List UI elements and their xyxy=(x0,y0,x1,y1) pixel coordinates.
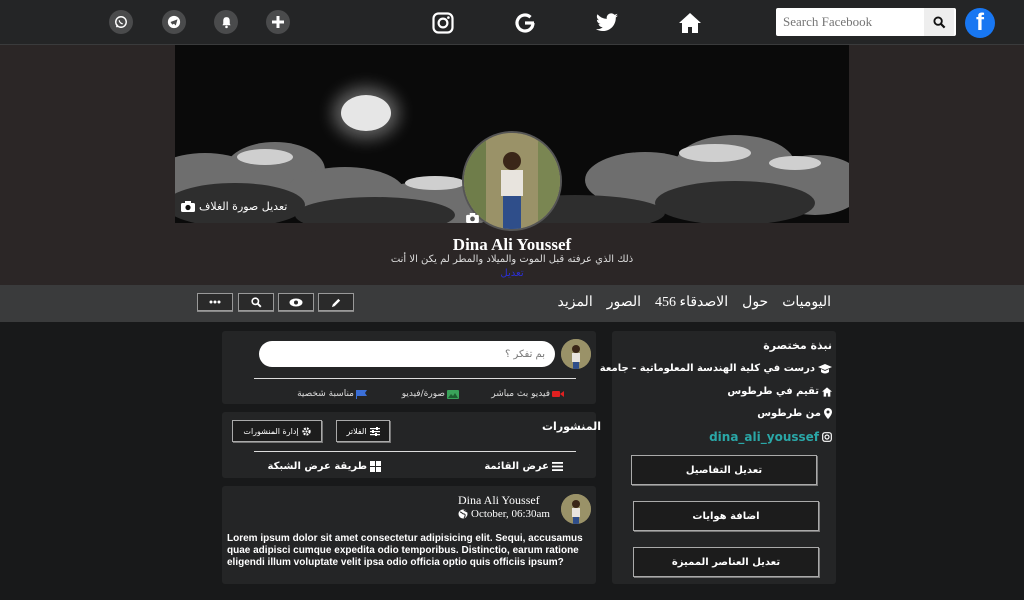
about-instagram: dina_ali_youssef xyxy=(709,430,832,444)
home-icon[interactable] xyxy=(677,10,703,36)
photo-video-option[interactable]: صورة/فيديو xyxy=(402,389,459,399)
live-video-option[interactable]: فيديو بث مباشر xyxy=(491,389,564,399)
add-hobbies-button[interactable]: اضافة هوايات xyxy=(633,501,819,531)
whatsapp-icon[interactable] xyxy=(109,10,133,34)
about-from: من طرطوس xyxy=(757,408,832,419)
tab-friends[interactable]: الاصدقاء 456 xyxy=(655,294,728,311)
edit-featured-button[interactable]: تعديل العناصر المميزة xyxy=(633,547,819,577)
tab-more[interactable]: المزيد xyxy=(557,294,592,311)
more-options-button[interactable] xyxy=(197,293,233,311)
composer-input[interactable]: بم تفكر ؟ xyxy=(259,341,555,367)
profile-nav: اليوميات حول الاصدقاء 456 الصور المزيد xyxy=(0,285,1024,322)
list-icon xyxy=(552,462,563,471)
post-body: Lorem ipsum dolor sit amet consectetur a… xyxy=(227,533,583,568)
manage-posts-button[interactable]: إدارة المنشورات xyxy=(232,420,322,442)
instagram-icon[interactable] xyxy=(430,10,456,36)
profile-bio: ذلك الذي عرفته قبل الموت والميلاد والمطر… xyxy=(390,254,634,265)
grid-view-label: طريقة عرض الشبكة xyxy=(267,461,367,472)
instagram-icon xyxy=(822,432,832,442)
tab-timeline[interactable]: اليوميات xyxy=(782,294,831,311)
search-bar xyxy=(776,8,956,36)
top-navbar: f xyxy=(0,0,1024,45)
view-as-button[interactable] xyxy=(278,293,314,311)
telegram-icon[interactable] xyxy=(162,10,186,34)
composer-divider xyxy=(254,378,576,379)
camera-icon xyxy=(181,201,195,212)
instagram-link[interactable]: dina_ali_youssef xyxy=(709,430,819,444)
life-event-label: مناسبة شخصية xyxy=(297,389,354,399)
plus-icon[interactable] xyxy=(266,10,290,34)
bell-icon[interactable] xyxy=(214,10,238,34)
about-from-text: من طرطوس xyxy=(757,408,821,419)
pencil-icon xyxy=(331,298,340,307)
filters-label: الفلاتر xyxy=(346,426,367,436)
grid-icon xyxy=(370,461,381,472)
ellipsis-icon xyxy=(209,300,221,304)
composer-avatar xyxy=(561,339,591,369)
profile-name: Dina Ali Youssef xyxy=(452,235,572,254)
edit-bio-link[interactable]: تعديل xyxy=(0,268,1024,279)
home-icon xyxy=(822,386,832,397)
facebook-logo[interactable]: f xyxy=(965,8,995,38)
manage-posts-label: إدارة المنشورات xyxy=(243,426,299,436)
video-camera-icon xyxy=(552,391,564,397)
posts-title: المنشورات xyxy=(542,420,602,433)
life-event-option[interactable]: مناسبة شخصية xyxy=(297,389,367,399)
flag-icon xyxy=(356,389,367,399)
post-author[interactable]: Dina Ali Youssef xyxy=(458,493,540,508)
eye-icon xyxy=(289,298,303,306)
about-education: درست في كلية الهندسة المعلوماتية - جامعة… xyxy=(563,363,832,374)
profile-tabs: اليوميات حول الاصدقاء 456 الصور المزيد xyxy=(557,294,831,311)
edit-avatar-button[interactable] xyxy=(466,208,479,227)
post-time-text: October, 06:30am xyxy=(471,508,550,520)
about-lives-in-text: تقيم في طرطوس xyxy=(727,386,819,397)
gear-icon xyxy=(301,426,311,436)
posts-divider xyxy=(254,451,576,452)
globe-icon xyxy=(458,509,468,519)
edit-profile-button[interactable] xyxy=(318,293,354,311)
camera-icon xyxy=(466,213,479,223)
tab-about[interactable]: حول xyxy=(742,294,768,311)
search-icon xyxy=(932,15,945,28)
about-education-text: درست في كلية الهندسة المعلوماتية - جامعة… xyxy=(563,363,815,374)
list-view-label: عرض القائمة xyxy=(484,461,549,472)
post-author-avatar[interactable] xyxy=(561,494,591,524)
live-video-label: فيديو بث مباشر xyxy=(491,389,550,399)
avatar-image xyxy=(561,494,591,524)
about-title: نبذة مختصرة xyxy=(763,339,832,352)
twitter-icon[interactable] xyxy=(594,10,620,36)
list-view-tab[interactable]: عرض القائمة xyxy=(484,461,563,472)
sliders-icon xyxy=(369,426,380,436)
about-lives-in: تقيم في طرطوس xyxy=(727,386,832,397)
image-icon xyxy=(447,389,459,399)
search-profile-button[interactable] xyxy=(238,293,274,311)
filters-button[interactable]: الفلاتر xyxy=(336,420,390,442)
search-input[interactable] xyxy=(776,8,924,36)
search-button[interactable] xyxy=(924,8,954,36)
edit-details-button[interactable]: تعديل التفاصيل xyxy=(631,455,817,485)
tab-photos[interactable]: الصور xyxy=(607,294,641,311)
map-marker-icon xyxy=(824,408,832,419)
post-time: October, 06:30am xyxy=(458,508,550,520)
facebook-logo-letter: f xyxy=(976,9,984,36)
google-icon[interactable] xyxy=(512,10,538,36)
photo-video-label: صورة/فيديو xyxy=(401,389,445,399)
search-icon xyxy=(250,296,261,307)
grid-view-tab[interactable]: طريقة عرض الشبكة xyxy=(268,461,381,472)
edit-cover-button[interactable]: تعديل صورة الغلاف xyxy=(181,200,287,213)
avatar-image xyxy=(561,339,591,369)
edit-cover-label: تعديل صورة الغلاف xyxy=(199,200,288,213)
graduation-cap-icon xyxy=(818,363,832,373)
